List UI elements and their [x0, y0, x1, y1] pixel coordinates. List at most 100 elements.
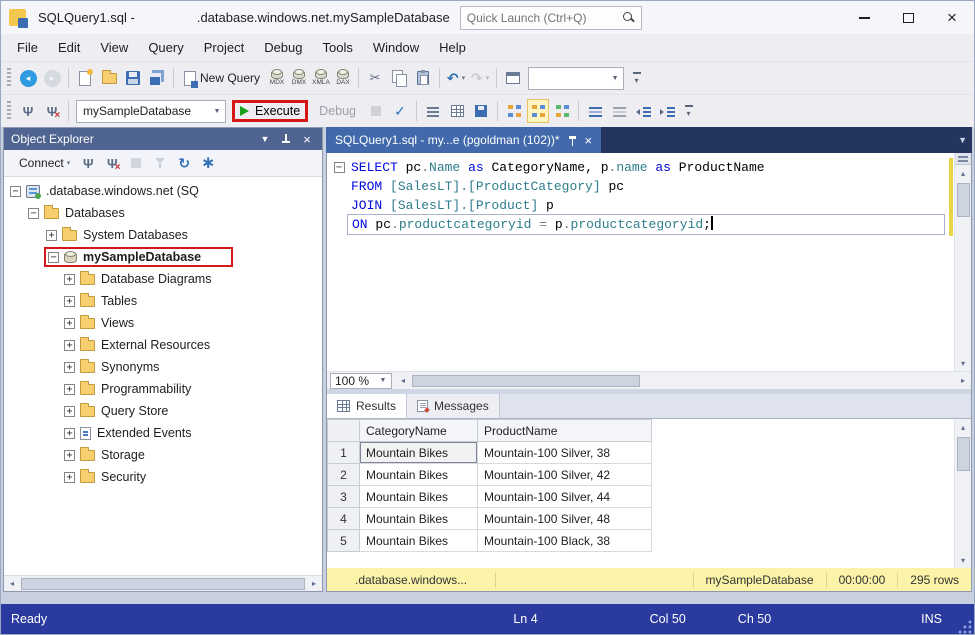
- include-actual-plan-button[interactable]: [527, 99, 550, 123]
- tree-item-query-store[interactable]: + Query Store: [4, 400, 322, 422]
- pin-icon[interactable]: [568, 135, 577, 146]
- results-to-file-button[interactable]: [470, 99, 492, 123]
- results-to-text-button[interactable]: [422, 99, 444, 123]
- table-row[interactable]: 2 Mountain Bikes Mountain-100 Silver, 42: [327, 463, 652, 486]
- menu-tools[interactable]: Tools: [313, 36, 363, 59]
- tab-messages[interactable]: Messages: [407, 394, 500, 418]
- open-file-button[interactable]: [98, 66, 120, 90]
- tree-item-mysampledatabase[interactable]: − mySampleDatabase: [4, 246, 322, 268]
- scrollbar-thumb[interactable]: [956, 437, 970, 471]
- scrollbar-thumb[interactable]: [412, 374, 641, 387]
- scroll-left-icon[interactable]: ◂: [395, 373, 411, 389]
- column-header-categoryname[interactable]: CategoryName: [359, 419, 478, 442]
- oe-horizontal-scrollbar[interactable]: ◂ ▸: [4, 575, 322, 591]
- chevron-down-icon[interactable]: ▼: [209, 101, 225, 122]
- table-row[interactable]: 5 Mountain Bikes Mountain-100 Black, 38: [327, 529, 652, 552]
- uncomment-button[interactable]: [608, 99, 630, 123]
- new-query-button[interactable]: New Query: [179, 66, 265, 90]
- tree-item-programmability[interactable]: + Programmability: [4, 378, 322, 400]
- toolbar-combo[interactable]: ▼: [528, 66, 625, 90]
- close-button[interactable]: ×: [930, 1, 974, 34]
- scrollbar-thumb[interactable]: [21, 577, 305, 590]
- connect-button[interactable]: [17, 99, 39, 123]
- disconnect-button[interactable]: [101, 151, 123, 175]
- grid-cell[interactable]: Mountain Bikes: [359, 529, 478, 552]
- menu-edit[interactable]: Edit: [48, 36, 90, 59]
- scroll-right-icon[interactable]: ▸: [306, 576, 322, 592]
- menu-debug[interactable]: Debug: [254, 36, 312, 59]
- row-number[interactable]: 4: [327, 507, 360, 530]
- grid-cell[interactable]: Mountain-100 Silver, 42: [477, 463, 652, 486]
- results-vertical-scrollbar[interactable]: ▴ ▾: [954, 419, 971, 568]
- redo-button[interactable]: ▾: [469, 66, 491, 90]
- grid-cell[interactable]: Mountain-100 Silver, 44: [477, 485, 652, 508]
- split-handle[interactable]: [955, 153, 971, 165]
- code-area[interactable]: − SELECT pc.Name as CategoryName, p.name …: [327, 153, 971, 235]
- window-position-icon[interactable]: ▼: [257, 134, 273, 144]
- copy-button[interactable]: [388, 66, 410, 90]
- row-number[interactable]: 5: [327, 529, 360, 552]
- tree-item-system-databases[interactable]: + System Databases: [4, 224, 322, 246]
- available-databases-combo[interactable]: mySampleDatabase ▼: [76, 99, 226, 123]
- menu-project[interactable]: Project: [194, 36, 254, 59]
- toolbar-options-button[interactable]: [629, 67, 644, 89]
- results-to-grid-button[interactable]: [446, 99, 468, 123]
- pin-icon[interactable]: [278, 133, 294, 145]
- scroll-left-icon[interactable]: ◂: [4, 576, 20, 592]
- debug-button[interactable]: Debug: [319, 104, 356, 118]
- editor-horizontal-scrollbar[interactable]: 100 % ▼ ◂ ▸: [327, 371, 971, 389]
- parse-button[interactable]: [389, 99, 411, 123]
- tree-item-external-resources[interactable]: + External Resources: [4, 334, 322, 356]
- expand-toggle-icon[interactable]: +: [64, 339, 75, 351]
- object-explorer-header[interactable]: Object Explorer ▼ ×: [4, 128, 322, 150]
- row-number[interactable]: 1: [327, 441, 360, 464]
- expand-toggle-icon[interactable]: −: [10, 185, 21, 197]
- expand-toggle-icon[interactable]: +: [64, 449, 75, 461]
- paste-button[interactable]: [412, 66, 434, 90]
- tree-item-synonyms[interactable]: + Synonyms: [4, 356, 322, 378]
- tree-item-views[interactable]: + Views: [4, 312, 322, 334]
- hscroll-track[interactable]: [411, 372, 955, 389]
- table-row[interactable]: 3 Mountain Bikes Mountain-100 Silver, 44: [327, 485, 652, 508]
- code-line-4[interactable]: ON pc.productcategoryid = p.productcateg…: [327, 214, 971, 235]
- chevron-down-icon[interactable]: ▼: [607, 68, 623, 89]
- tab-sqlquery1[interactable]: SQLQuery1.sql - my...e (pgoldman (102))*…: [326, 127, 602, 153]
- grid-cell[interactable]: Mountain-100 Silver, 48: [477, 507, 652, 530]
- scrollbar-thumb[interactable]: [956, 183, 970, 217]
- maximize-button[interactable]: [886, 1, 930, 34]
- expand-toggle-icon[interactable]: −: [48, 251, 59, 263]
- zoom-combo[interactable]: 100 % ▼: [330, 372, 392, 389]
- close-icon[interactable]: ×: [585, 134, 593, 147]
- menu-file[interactable]: File: [7, 36, 48, 59]
- scroll-up-icon[interactable]: ▴: [955, 165, 971, 181]
- scroll-down-icon[interactable]: ▾: [955, 355, 971, 371]
- activity-monitor-button[interactable]: [502, 66, 524, 90]
- table-row[interactable]: 1 Mountain Bikes Mountain-100 Silver, 38: [327, 441, 652, 464]
- decrease-indent-button[interactable]: [632, 99, 654, 123]
- comment-button[interactable]: [584, 99, 606, 123]
- expand-toggle-icon[interactable]: +: [64, 273, 75, 285]
- code-line-3[interactable]: JOIN [SalesLT].[Product] p: [327, 196, 971, 215]
- nav-backward-button[interactable]: [17, 66, 39, 90]
- new-mdx-query-button[interactable]: MDX: [267, 66, 287, 90]
- cut-button[interactable]: [364, 66, 386, 90]
- expand-toggle-icon[interactable]: +: [46, 229, 57, 241]
- grid-cell[interactable]: Mountain Bikes: [359, 485, 478, 508]
- collapse-toggle-icon[interactable]: −: [333, 162, 345, 173]
- change-connection-button[interactable]: [41, 99, 63, 123]
- row-number[interactable]: 2: [327, 463, 360, 486]
- new-xmla-query-button[interactable]: XMLA: [311, 66, 331, 90]
- table-row[interactable]: 4 Mountain Bikes Mountain-100 Silver, 48: [327, 507, 652, 530]
- row-number[interactable]: 3: [327, 485, 360, 508]
- quick-launch-box[interactable]: [459, 5, 642, 30]
- menu-help[interactable]: Help: [429, 36, 476, 59]
- tree-item-databases[interactable]: − Databases: [4, 202, 322, 224]
- tab-list-chevron-icon[interactable]: ▼: [958, 127, 967, 153]
- tree-item-storage[interactable]: + Storage: [4, 444, 322, 466]
- toolbar2-options-button[interactable]: [681, 100, 696, 122]
- expand-toggle-icon[interactable]: +: [64, 471, 75, 483]
- tab-results[interactable]: Results: [327, 394, 408, 418]
- new-dmx-query-button[interactable]: DMX: [289, 66, 309, 90]
- scroll-up-icon[interactable]: ▴: [955, 419, 971, 435]
- tree-item-extended-events[interactable]: + Extended Events: [4, 422, 322, 444]
